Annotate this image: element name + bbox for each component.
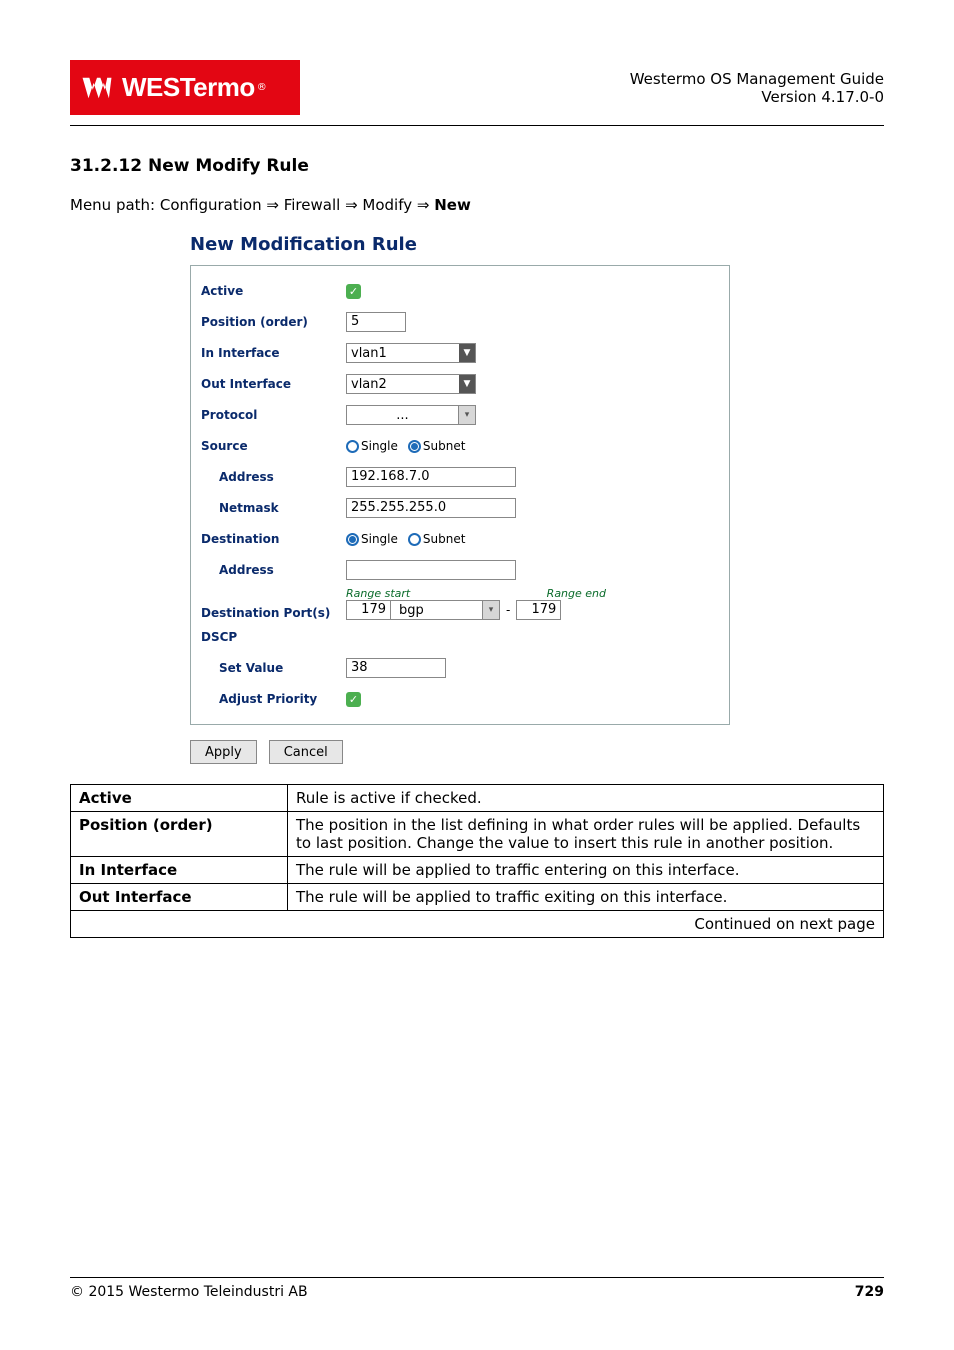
label-source: Source [201, 439, 346, 453]
adjust-priority-checkbox[interactable]: ✓ [346, 692, 361, 707]
label-out-interface: Out Interface [201, 377, 346, 391]
set-value-input[interactable]: 38 [346, 658, 446, 678]
port-range-end-hint: Range end [547, 587, 606, 600]
label-position: Position (order) [201, 315, 346, 329]
description-table: Active Rule is active if checked. Positi… [70, 784, 884, 938]
footer-copyright: © 2015 Westermo Teleindustri AB [70, 1284, 308, 1300]
source-single-radio[interactable] [346, 440, 359, 453]
dash-separator: - [506, 603, 510, 617]
radio-label-single: Single [361, 439, 398, 453]
label-destination: Destination [201, 532, 346, 546]
form-title: New Modification Rule [190, 234, 730, 255]
in-interface-select[interactable]: vlan1 ▼ [346, 343, 476, 363]
chevron-down-icon: ▼ [459, 375, 475, 393]
field-desc: Rule is active if checked. [288, 785, 884, 812]
out-interface-select[interactable]: vlan2 ▼ [346, 374, 476, 394]
chevron-down-icon: ▼ [459, 344, 475, 362]
port-range-start-hint: Range start [346, 587, 410, 600]
continued-text: Continued on next page [71, 911, 884, 938]
radio-label-subnet: Subnet [423, 439, 466, 453]
table-row: Active Rule is active if checked. [71, 785, 884, 812]
doc-version: Version 4.17.0-0 [630, 88, 884, 106]
field-name: In Interface [71, 857, 288, 884]
field-name: Position (order) [71, 812, 288, 857]
dest-address-input[interactable] [346, 560, 516, 580]
label-in-interface: In Interface [201, 346, 346, 360]
label-source-netmask: Netmask [201, 501, 346, 515]
label-adjust-priority: Adjust Priority [201, 692, 346, 706]
field-desc: The rule will be applied to traffic exit… [288, 884, 884, 911]
apply-button[interactable]: Apply [190, 740, 257, 764]
dest-subnet-radio[interactable] [408, 533, 421, 546]
source-netmask-input[interactable]: 255.255.255.0 [346, 498, 516, 518]
table-row: In Interface The rule will be applied to… [71, 857, 884, 884]
port-code-select[interactable]: bgp ▾ [390, 600, 500, 620]
label-dscp: DSCP [201, 630, 346, 644]
chevron-down-icon: ▾ [458, 406, 475, 424]
label-source-address: Address [201, 470, 346, 484]
logo-w-icon [80, 71, 114, 105]
cancel-button[interactable]: Cancel [269, 740, 343, 764]
radio-label-single: Single [361, 532, 398, 546]
doc-title: Westermo OS Management Guide [630, 70, 884, 88]
label-set-value: Set Value [201, 661, 346, 675]
menu-path: Menu path: Configuration ⇒ Firewall ⇒ Mo… [70, 196, 884, 214]
label-dest-ports: Destination Port(s) [201, 606, 346, 620]
port-start-input[interactable]: 179 [346, 600, 391, 620]
table-continued-row: Continued on next page [71, 911, 884, 938]
field-desc: The rule will be applied to traffic ente… [288, 857, 884, 884]
port-end-input[interactable]: 179 [516, 600, 561, 620]
brand-logo: WESTermo ® [70, 60, 300, 115]
dest-single-radio[interactable] [346, 533, 359, 546]
field-name: Out Interface [71, 884, 288, 911]
label-dest-address: Address [201, 563, 346, 577]
footer-rule [70, 1277, 884, 1278]
section-heading: 31.2.12 New Modify Rule [70, 156, 884, 176]
header-rule [70, 125, 884, 126]
field-desc: The position in the list defining in wha… [288, 812, 884, 857]
field-name: Active [71, 785, 288, 812]
table-row: Position (order) The position in the lis… [71, 812, 884, 857]
form-panel: Active ✓ Position (order) 5 In Interface… [190, 265, 730, 725]
page-number: 729 [855, 1284, 884, 1300]
label-protocol: Protocol [201, 408, 346, 422]
position-input[interactable]: 5 [346, 312, 406, 332]
chevron-down-icon: ▾ [482, 601, 499, 619]
table-row: Out Interface The rule will be applied t… [71, 884, 884, 911]
active-checkbox[interactable]: ✓ [346, 284, 361, 299]
logo-text: WESTermo [122, 72, 255, 103]
source-subnet-radio[interactable] [408, 440, 421, 453]
label-active: Active [201, 284, 346, 298]
logo-reg-icon: ® [257, 82, 267, 93]
protocol-select[interactable]: ... ▾ [346, 405, 476, 425]
radio-label-subnet: Subnet [423, 532, 466, 546]
source-address-input[interactable]: 192.168.7.0 [346, 467, 516, 487]
